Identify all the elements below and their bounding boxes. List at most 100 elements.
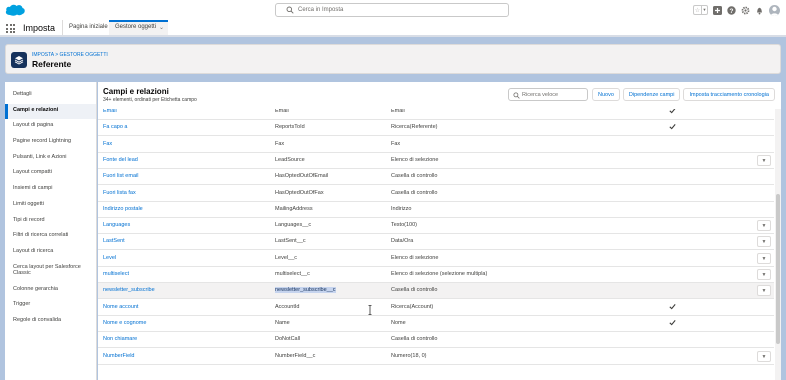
field-api-name: Name [275, 319, 290, 326]
sidebar-item-cerca-layout-classic[interactable]: Cerca layout per Salesforce Classic [5, 261, 96, 283]
field-label-link[interactable]: Fa capo a [103, 124, 127, 130]
field-api-name: LastSent__c [275, 238, 306, 245]
row-actions-dropdown[interactable]: ▼ [757, 236, 771, 248]
favorites-star-icon: ☆ [694, 7, 701, 14]
avatar[interactable] [769, 4, 780, 16]
field-dependencies-button[interactable]: Dipendenze campi [622, 88, 681, 101]
tab-gestore-oggetti-label: Gestore oggetti [115, 24, 157, 30]
sidebar-item-trigger[interactable]: Trigger [5, 298, 96, 314]
avatar-icon [770, 6, 779, 16]
sidebar-item-insiemi-di-campi[interactable]: Insiemi di campi [5, 182, 96, 198]
sidebar-item-colonne-gerarchia[interactable]: Colonne gerarchia [5, 283, 96, 299]
row-actions-dropdown[interactable]: ▼ [757, 285, 771, 297]
field-api-name: newsletter_subscribe__c [275, 287, 336, 294]
field-label-link[interactable]: LastSent [103, 238, 125, 244]
table-row[interactable]: Fax Fax Fax [98, 137, 774, 153]
table-row[interactable]: NumberField NumberField__c Numero(18, 0) ▼ [98, 349, 774, 365]
global-search-input[interactable]: Cerca in Imposta [275, 3, 509, 17]
sidebar-item-tipi-di-record[interactable]: Tipi di record [5, 214, 96, 230]
field-label-link[interactable]: Fuori list email [103, 173, 138, 179]
field-api-name: ReportsToId [275, 124, 305, 131]
table-row[interactable]: multiselect multiselect__c Elenco di selez… [98, 267, 774, 283]
table-row[interactable]: Level Level__c Elenco di selezione ▼ [98, 251, 774, 267]
sidebar-item-limiti-oggetti[interactable]: Limiti oggetti [5, 198, 96, 214]
new-field-button[interactable]: Nuovo [592, 88, 620, 101]
row-actions-dropdown[interactable]: ▼ [757, 350, 771, 362]
field-label-link[interactable]: Non chiamare [103, 336, 137, 342]
field-api-name: NumberField__c [275, 352, 316, 359]
row-actions-dropdown[interactable]: ▼ [757, 269, 771, 280]
table-row[interactable]: Fonte del lead LeadSource Elenco di selezi… [98, 153, 774, 169]
table-row[interactable]: Fuori lista fax HasOptedOutOfFax Casella d… [98, 186, 774, 202]
section-subtitle: 34+ elementi, ordinati per Etichetta cam… [103, 97, 197, 103]
field-label-link[interactable]: NumberField [103, 353, 134, 359]
scrollbar-thumb[interactable] [776, 194, 780, 344]
help-icon[interactable]: ? [727, 5, 736, 15]
header-icons: ☆ ▼ ? [693, 3, 780, 17]
field-label-link[interactable]: Email [103, 109, 117, 114]
sidebar-item-filtri-ricerca-correlati[interactable]: Filtri di ricerca correlati [5, 229, 96, 245]
quick-search-input[interactable]: Ricerca veloce [508, 88, 588, 101]
field-api-name: HasOptedOutOfFax [275, 189, 324, 196]
gear-icon[interactable] [741, 6, 750, 15]
table-scrollbar[interactable] [775, 109, 781, 380]
table-row[interactable]: Fuori list email HasOptedOutOfEmail Casell… [98, 169, 774, 186]
field-label-link[interactable]: Nome account [103, 304, 138, 310]
sidebar-item-layout-di-pagina[interactable]: Layout di pagina [5, 119, 96, 135]
sidebar-item-regole-di-convalida[interactable]: Regole di convalida [5, 314, 96, 330]
history-tracking-button[interactable]: Imposta tracciamento cronologia [683, 88, 775, 101]
table-row[interactable]: Nome account AccountId Ricerca(Account) [98, 300, 774, 316]
fields-panel-header: Campi e relazioni 34+ elementi, ordinati… [98, 82, 781, 109]
sidebar-item-campi-e-relazioni[interactable]: Campi e relazioni [5, 103, 96, 120]
field-label-link[interactable]: Level [103, 255, 116, 261]
row-actions-dropdown[interactable]: ▼ [757, 252, 771, 264]
sidebar-item-dettagli[interactable]: Dettagli [5, 88, 96, 104]
table-row[interactable]: Fa capo a ReportsToId Ricerca(Referente) [98, 120, 774, 137]
table-row[interactable]: Email Email Email [98, 109, 774, 120]
row-actions-dropdown[interactable]: ▼ [757, 220, 771, 232]
bell-icon[interactable] [755, 6, 764, 15]
chevron-down-icon[interactable]: ▼ [701, 6, 707, 14]
field-label-link[interactable]: Fonte del lead [103, 157, 138, 163]
field-api-name: DoNotCall [275, 336, 301, 343]
chevron-down-icon[interactable]: ⌄ [159, 24, 164, 31]
sidebar-item-layout-di-ricerca[interactable]: Layout di ricerca [5, 245, 96, 261]
field-api-name: multiselect__c [275, 271, 310, 277]
table-row[interactable]: LastSent LastSent__c Data/Ora ▼ [98, 234, 774, 251]
mouse-cursor-icon [368, 305, 372, 315]
field-label-link[interactable]: Fax [103, 141, 112, 147]
field-label-link[interactable]: Nome e cognome [103, 320, 146, 326]
table-row[interactable]: Indirizzo postale MailingAddress Indirizzo [98, 202, 774, 218]
app-launcher-icon[interactable] [6, 24, 15, 33]
field-api-name: Languages__c [275, 222, 312, 229]
row-actions-dropdown[interactable]: ▼ [757, 154, 771, 166]
table-row[interactable]: Languages Languages__c Testo(100) ▼ [98, 218, 774, 235]
field-data-type: Numero(18, 0) [391, 352, 427, 359]
setup-sidebar: Dettagli Campi e relazioni Layout di pag… [5, 82, 97, 380]
field-label-link[interactable]: multiselect [103, 271, 129, 277]
field-label-link[interactable]: newsletter_subscribe [103, 287, 155, 293]
field-label-link[interactable]: Indirizzo postale [103, 206, 143, 212]
field-data-type: Indirizzo [391, 205, 412, 212]
field-label-link[interactable]: Languages [103, 222, 130, 228]
field-data-type: Email [391, 109, 405, 114]
tab-gestore-oggetti[interactable]: Gestore oggetti ⌄ [109, 20, 168, 35]
table-row[interactable]: Non chiamare DoNotCall Casella di controll… [98, 332, 774, 349]
field-label-link[interactable]: Fuori lista fax [103, 190, 136, 196]
sidebar-item-pulsanti-link-azioni[interactable]: Pulsanti, Link e Azioni [5, 151, 96, 167]
sidebar-item-layout-compatti[interactable]: Layout compatti [5, 166, 96, 182]
field-data-type: Nome [391, 319, 406, 326]
breadcrumb[interactable]: IMPOSTA > GESTORE OGGETTI [32, 52, 108, 58]
field-data-type: Data/Ora [391, 238, 414, 245]
add-icon[interactable] [713, 5, 722, 15]
tab-pagina-iniziale[interactable]: Pagina iniziale [62, 20, 114, 35]
favorites-button[interactable]: ☆ ▼ [693, 5, 708, 15]
field-data-type: Testo(100) [391, 222, 417, 229]
table-row[interactable]: Nome e cognome Name Nome [98, 316, 774, 332]
field-api-name: MailingAddress [275, 205, 313, 212]
table-row[interactable]: newsletter_subscribe newsletter_subscribe… [98, 283, 774, 300]
object-header: IMPOSTA > GESTORE OGGETTI Referente [5, 44, 781, 74]
field-data-type: Casella di controllo [391, 336, 438, 343]
sidebar-item-pagine-record-lightning[interactable]: Pagine record Lightning [5, 135, 96, 151]
salesforce-logo-icon[interactable] [4, 3, 26, 17]
